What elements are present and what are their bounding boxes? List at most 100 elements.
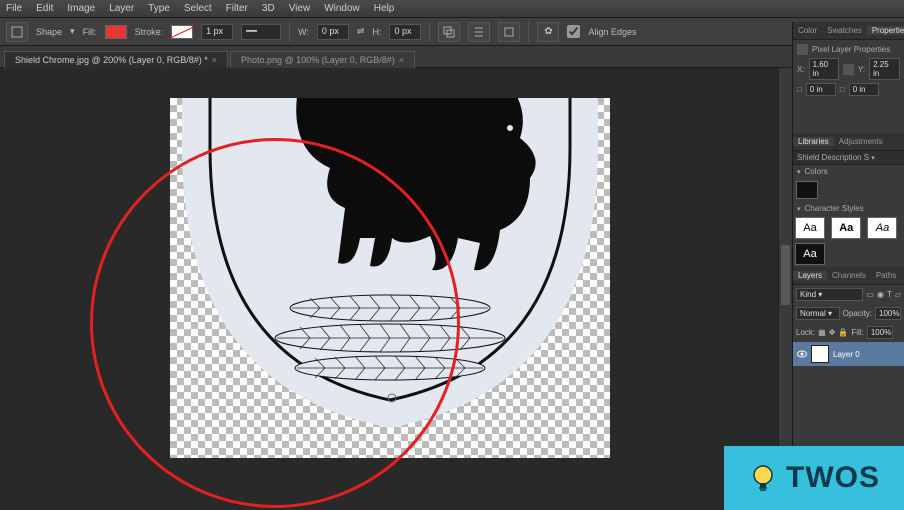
libraries-panel-tabs: Libraries Adjustments	[793, 133, 904, 151]
y-icon: Y:	[858, 65, 865, 74]
shape-ellipse-annotation[interactable]	[90, 138, 460, 508]
tab-inactive[interactable]: Photo.png @ 100% (Layer 0, RGB/8#) ×	[230, 51, 415, 68]
tab-title: Photo.png @ 100% (Layer 0, RGB/8#)	[241, 55, 395, 65]
charstyle-italic[interactable]: Aa	[867, 217, 897, 239]
lock-pixels-icon[interactable]: ▦	[818, 328, 826, 337]
opacity-input[interactable]: 100%	[875, 307, 901, 320]
lock-position-icon[interactable]: ✥	[829, 328, 836, 337]
charstyle-bold[interactable]: Aa	[831, 217, 861, 239]
properties-panel-tabs: Color Swatches Properties	[793, 22, 904, 40]
tab-paths[interactable]: Paths	[871, 271, 901, 280]
tab-properties[interactable]: Properties	[867, 26, 904, 35]
tab-title: Shield Chrome.jpg @ 200% (Layer 0, RGB/8…	[15, 55, 208, 65]
stroke-type-select[interactable]: ━━	[241, 24, 281, 40]
tab-color[interactable]: Color	[793, 26, 822, 35]
filter-icon[interactable]: T	[887, 290, 892, 299]
arrange-button[interactable]	[498, 22, 520, 42]
lock-all-icon[interactable]: 🔒	[838, 328, 848, 337]
workspace[interactable]	[0, 68, 792, 510]
filter-icon[interactable]: ▱	[895, 290, 901, 299]
path-ops-button[interactable]	[438, 22, 460, 42]
stroke-width-input[interactable]: 1 px	[201, 24, 233, 40]
lightbulb-icon	[748, 463, 778, 493]
menu-view[interactable]: View	[289, 3, 311, 14]
watermark-badge: TWOS	[724, 446, 904, 510]
layer-row[interactable]: Layer 0	[793, 342, 904, 366]
separator	[528, 22, 529, 42]
blend-mode-select[interactable]: Normal ▾	[796, 307, 840, 320]
menu-type[interactable]: Type	[148, 3, 170, 14]
menu-layer[interactable]: Layer	[109, 3, 134, 14]
menu-image[interactable]: Image	[67, 3, 95, 14]
right-panel-dock: Color Swatches Properties Pixel Layer Pr…	[792, 22, 904, 510]
lock-label: Lock:	[796, 328, 815, 337]
tab-channels[interactable]: Channels	[827, 271, 871, 280]
fill-label: Fill:	[83, 27, 97, 37]
filter-icon[interactable]: ▭	[866, 290, 874, 299]
charstyle-regular[interactable]: Aa	[795, 217, 825, 239]
layer-name[interactable]: Layer 0	[833, 350, 860, 359]
scrollbar-vertical[interactable]	[778, 68, 792, 510]
separator	[429, 22, 430, 42]
color-swatch-black[interactable]	[796, 181, 818, 199]
height-label: H:	[372, 27, 381, 37]
properties-title: Pixel Layer Properties	[812, 45, 890, 54]
document-tab-bar: Shield Chrome.jpg @ 200% (Layer 0, RGB/8…	[0, 46, 904, 68]
tool-preset-icon[interactable]	[6, 22, 28, 42]
options-bar: Shape ▾ Fill: Stroke: 1 px ━━ W: 0 px ⇌ …	[0, 18, 904, 46]
layer-filter-select[interactable]: Kind ▾	[796, 288, 863, 301]
charstyle-inverse[interactable]: Aa	[795, 243, 825, 265]
tab-active[interactable]: Shield Chrome.jpg @ 200% (Layer 0, RGB/8…	[4, 51, 228, 68]
width-input[interactable]: 0 px	[317, 24, 349, 40]
w-icon: □	[797, 85, 802, 94]
close-icon[interactable]: ×	[399, 55, 404, 65]
menu-3d[interactable]: 3D	[262, 3, 275, 14]
tab-swatches[interactable]: Swatches	[822, 26, 867, 35]
align-edges-label: Align Edges	[588, 27, 636, 37]
library-name-select[interactable]: Shield Description S ▾	[793, 151, 904, 165]
link-icon[interactable]	[843, 64, 853, 75]
menu-select[interactable]: Select	[184, 3, 212, 14]
w-input[interactable]: 0 in	[806, 83, 836, 96]
opacity-label: Opacity:	[843, 309, 872, 318]
h-icon: □	[840, 85, 845, 94]
h-input[interactable]: 0 in	[849, 83, 879, 96]
lib-charstyles-group[interactable]: ▾Character Styles	[793, 202, 904, 215]
menu-help[interactable]: Help	[374, 3, 395, 14]
settings-icon[interactable]: ✿	[537, 22, 559, 42]
x-icon: X:	[797, 65, 805, 74]
x-input[interactable]: 1.60 in	[809, 58, 840, 80]
watermark-text: TWOS	[786, 461, 880, 495]
menu-file[interactable]: File	[6, 3, 22, 14]
width-label: W:	[298, 27, 309, 37]
stroke-label: Stroke:	[135, 27, 164, 37]
tab-libraries[interactable]: Libraries	[793, 137, 834, 146]
tool-mode-label: Shape	[36, 27, 62, 37]
height-input[interactable]: 0 px	[389, 24, 421, 40]
visibility-icon[interactable]	[797, 349, 807, 359]
fill-swatch[interactable]	[105, 25, 127, 39]
tab-adjustments[interactable]: Adjustments	[834, 137, 888, 146]
pixel-layer-icon	[797, 44, 808, 55]
align-button[interactable]	[468, 22, 490, 42]
menu-window[interactable]: Window	[324, 3, 360, 14]
align-edges-checkbox[interactable]	[567, 25, 580, 38]
y-input[interactable]: 2.25 in	[869, 58, 900, 80]
layer-thumbnail	[811, 345, 829, 363]
lib-colors-group[interactable]: ▾Colors	[793, 165, 904, 178]
link-icon[interactable]: ⇌	[357, 26, 365, 37]
menu-edit[interactable]: Edit	[36, 3, 53, 14]
menu-bar: File Edit Image Layer Type Select Filter…	[0, 0, 904, 18]
separator	[289, 22, 290, 42]
tab-layers[interactable]: Layers	[793, 271, 827, 280]
document-canvas[interactable]	[170, 98, 610, 458]
filter-icon[interactable]: ◉	[877, 290, 884, 299]
layers-panel-tabs: Layers Channels Paths	[793, 267, 904, 285]
fill-opacity-label: Fill:	[851, 328, 863, 337]
close-icon[interactable]: ×	[212, 55, 217, 65]
fill-opacity-input[interactable]: 100%	[867, 326, 893, 339]
stroke-swatch[interactable]	[171, 25, 193, 39]
menu-filter[interactable]: Filter	[226, 3, 248, 14]
libraries-panel: Shield Description S ▾ ▾Colors ▾Characte…	[793, 151, 904, 267]
properties-panel: Pixel Layer Properties X: 1.60 in Y: 2.25 …	[793, 40, 904, 103]
